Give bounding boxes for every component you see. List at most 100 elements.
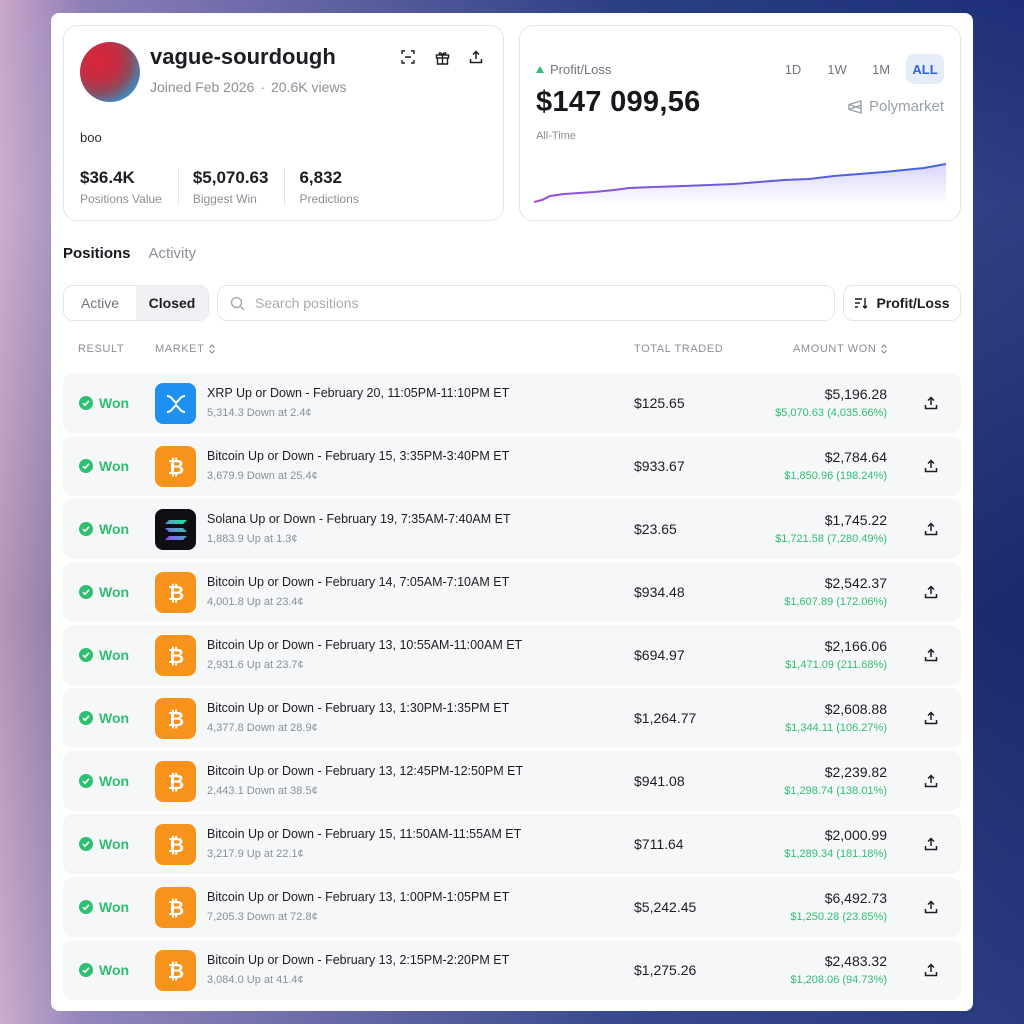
svg-text:₿: ₿ [167, 770, 183, 794]
result-label: Won [99, 962, 130, 978]
toggle-closed[interactable]: Closed [136, 286, 208, 320]
market-position: 5,314.3 Down at 2.4¢ [207, 407, 312, 419]
sort-button[interactable]: Profit/Loss [843, 285, 961, 321]
market-title[interactable]: Solana Up or Down - February 19, 7:35AM-… [207, 512, 511, 526]
amount-won-cell: $2,784.64 $1,850.96 (198.24%) [784, 449, 887, 482]
header-amount-won[interactable]: AMOUNT WON [793, 343, 888, 355]
sparkline-area [534, 164, 946, 206]
market-icon [155, 383, 196, 424]
table-row[interactable]: Won ₿ Bitcoin Up or Down - February 13, 1:… [63, 688, 961, 748]
svg-text:₿: ₿ [167, 644, 183, 668]
market-title[interactable]: Bitcoin Up or Down - February 13, 2:15PM… [207, 953, 509, 967]
tab-activity[interactable]: Activity [149, 245, 197, 262]
share-icon[interactable] [921, 519, 941, 539]
range-1w[interactable]: 1W [818, 54, 856, 84]
range-1m[interactable]: 1M [862, 54, 900, 84]
sort-updown-icon [881, 344, 888, 354]
toggle-active[interactable]: Active [64, 286, 136, 320]
table-row[interactable]: Won ₿ Bitcoin Up or Down - February 13, 12… [63, 751, 961, 811]
result-cell: Won [79, 436, 129, 496]
svg-text:₿: ₿ [167, 455, 183, 479]
total-traded: $933.67 [634, 458, 685, 474]
table-row[interactable]: Won ₿ Bitcoin Up or Down - February 13, 2:… [63, 940, 961, 1000]
share-icon[interactable] [921, 645, 941, 665]
market-position: 1,883.9 Up at 1.3¢ [207, 533, 298, 545]
table-row[interactable]: Won ₿ Bitcoin Up or Down - February 14, 7:… [63, 562, 961, 622]
total-traded: $125.65 [634, 395, 685, 411]
market-position: 3,679.9 Down at 25.4¢ [207, 470, 318, 482]
check-circle-icon [79, 900, 93, 914]
range-all[interactable]: ALL [906, 54, 944, 84]
profit-amount: $1,721.58 (7,280.49%) [775, 533, 887, 545]
bitcoin-icon: ₿ [167, 455, 183, 479]
table-row[interactable]: Won Solana Up or Down - February 19, 7:35… [63, 499, 961, 559]
header-market-label: MARKET [155, 343, 205, 355]
xrp-icon [166, 394, 185, 413]
solana-icon [164, 519, 187, 540]
check-circle-icon [79, 585, 93, 599]
svg-text:₿: ₿ [167, 896, 183, 920]
pnl-sparkline [534, 163, 946, 206]
amount-won: $2,166.06 [824, 638, 887, 654]
market-position: 4,377.8 Down at 28.9¢ [207, 722, 318, 734]
total-traded: $5,242.45 [634, 899, 697, 915]
share-icon[interactable] [921, 456, 941, 476]
market-title[interactable]: Bitcoin Up or Down - February 13, 1:00PM… [207, 890, 509, 904]
profit-amount: $1,344.11 (106.27%) [785, 722, 887, 734]
total-traded: $23.65 [634, 521, 677, 537]
market-title[interactable]: Bitcoin Up or Down - February 13, 12:45P… [207, 764, 523, 778]
result-cell: Won [79, 751, 129, 811]
header-market[interactable]: MARKET [155, 343, 216, 355]
market-title[interactable]: Bitcoin Up or Down - February 15, 11:50A… [207, 827, 521, 841]
amount-won-cell: $2,542.37 $1,607.89 (172.06%) [784, 575, 887, 608]
market-title[interactable]: Bitcoin Up or Down - February 13, 1:30PM… [207, 701, 509, 715]
tab-positions[interactable]: Positions [63, 245, 131, 262]
scan-icon[interactable] [397, 46, 419, 68]
table-row[interactable]: Won ₿ Bitcoin Up or Down - February 15, 11… [63, 814, 961, 874]
amount-won: $2,784.64 [824, 449, 887, 465]
market-title[interactable]: XRP Up or Down - February 20, 11:05PM-11… [207, 386, 509, 400]
table-row[interactable]: Won XRP Up or Down - February 20, 11:05PM… [63, 373, 961, 433]
positions-list: Won XRP Up or Down - February 20, 11:05PM… [63, 373, 961, 1003]
range-selector: 1D 1W 1M ALL [774, 54, 944, 84]
stat-label: Biggest Win [192, 192, 257, 206]
pnl-period-label: All-Time [536, 130, 576, 142]
table-row[interactable]: Won ₿ Bitcoin Up or Down - February 13, 1:… [63, 877, 961, 937]
up-triangle-icon [536, 66, 544, 73]
market-position: 3,217.9 Up at 22.1¢ [207, 848, 304, 860]
amount-won-cell: $2,166.06 $1,471.09 (211.68%) [785, 638, 887, 671]
share-icon[interactable] [921, 582, 941, 602]
gift-icon[interactable] [431, 46, 453, 68]
table-row[interactable]: Won ₿ Bitcoin Up or Down - February 13, 10… [63, 625, 961, 685]
bitcoin-icon: ₿ [167, 644, 183, 668]
share-icon[interactable] [921, 393, 941, 413]
market-icon: ₿ [155, 887, 196, 928]
section-tabs: Positions Activity [63, 245, 196, 262]
share-icon[interactable] [921, 708, 941, 728]
result-cell: Won [79, 499, 129, 559]
share-icon[interactable] [465, 46, 487, 68]
share-icon[interactable] [921, 960, 941, 980]
share-icon[interactable] [921, 897, 941, 917]
profit-amount: $1,850.96 (198.24%) [784, 470, 887, 482]
market-title[interactable]: Bitcoin Up or Down - February 15, 3:35PM… [207, 449, 509, 463]
table-row[interactable]: Won ₿ Bitcoin Up or Down - February 15, 3:… [63, 436, 961, 496]
share-icon[interactable] [921, 834, 941, 854]
market-position: 4,001.8 Up at 23.4¢ [207, 596, 304, 608]
separator-dot: · [260, 79, 265, 95]
share-icon[interactable] [921, 771, 941, 791]
stat-predictions: 6,832 Predictions [299, 168, 374, 206]
amount-won-cell: $1,745.22 $1,721.58 (7,280.49%) [775, 512, 887, 545]
market-title[interactable]: Bitcoin Up or Down - February 14, 7:05AM… [207, 575, 509, 589]
bitcoin-icon: ₿ [167, 707, 183, 731]
avatar [80, 42, 140, 102]
amount-won-cell: $2,608.88 $1,344.11 (106.27%) [785, 701, 887, 734]
status-toggle: Active Closed [63, 285, 209, 321]
search-input[interactable] [255, 295, 815, 311]
stat-biggest-win: $5,070.63 Biggest Win [193, 168, 286, 206]
market-title[interactable]: Bitcoin Up or Down - February 13, 10:55A… [207, 638, 522, 652]
result-cell: Won [79, 373, 129, 433]
range-1d[interactable]: 1D [774, 54, 812, 84]
header-result: RESULT [78, 343, 124, 355]
amount-won-cell: $5,196.28 $5,070.63 (4,035.66%) [775, 386, 887, 419]
